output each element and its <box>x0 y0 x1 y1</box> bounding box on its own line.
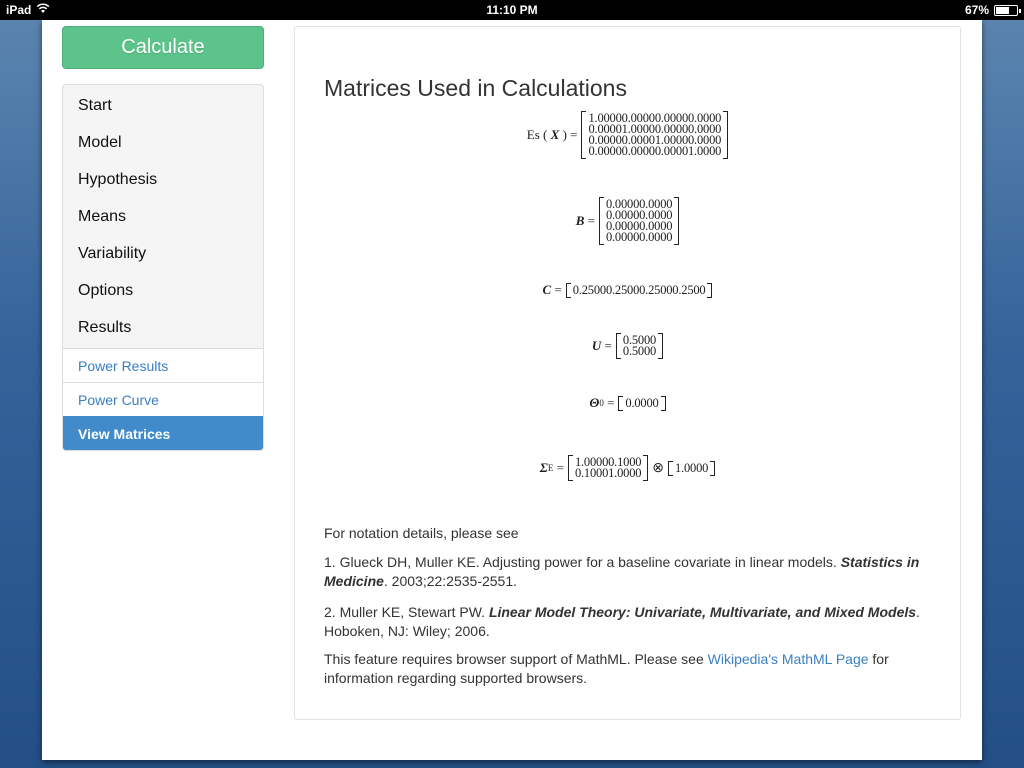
matrix-b: B = 0.00000.0000 0.00000.0000 0.00000.00… <box>295 197 960 245</box>
battery-percent: 67% <box>964 3 989 17</box>
sidebar-item-means[interactable]: Means <box>63 198 263 235</box>
matrix-sigma: ΣE = 1.00000.1000 0.10001.0000 ⊗ 1.0000 <box>295 455 960 481</box>
es-prefix: Es <box>526 127 540 142</box>
clock: 11:10 PM <box>486 3 538 17</box>
sidebar-nav: Start Model Hypothesis Means Variability… <box>62 84 264 451</box>
sidebar-item-start[interactable]: Start <box>63 87 263 124</box>
ref2-text: 2. Muller KE, Stewart PW. <box>324 604 489 620</box>
bracket-right <box>707 282 713 298</box>
matrix-sigma-label: ΣE = <box>539 460 564 475</box>
ref1-details: . 2003;22:2535-2551. <box>383 573 518 589</box>
matrix-row: 1.0000 <box>675 460 709 475</box>
theta-sub: 0 <box>599 398 604 408</box>
matrix-rows: 0.0000 <box>623 396 660 411</box>
notation-intro: For notation details, please see <box>324 525 519 541</box>
matrix-sigma-b-body: 1.0000 <box>668 460 716 476</box>
matrices-panel: Matrices Used in Calculations Es ( X ) =… <box>294 26 961 720</box>
matrix-row: 0.25000.25000.25000.2500 <box>572 282 706 297</box>
mathml-note-before: This feature requires browser support of… <box>324 651 708 667</box>
matrix-b-body: 0.00000.0000 0.00000.0000 0.00000.0000 0… <box>598 197 680 245</box>
matrix-es-x: Es ( X ) = 1.00000.00000.00000.0000 0.00… <box>295 111 960 159</box>
sigma-sub: E <box>547 463 554 473</box>
matrix-rows: 1.00000.00000.00000.0000 0.00001.00000.0… <box>586 111 723 159</box>
bracket-right <box>710 460 716 476</box>
sidebar-subitem-power-results[interactable]: Power Results <box>63 348 263 382</box>
matrix-u-label: U = <box>591 338 612 353</box>
ref1-text: 1. Glueck DH, Muller KE. Adjusting power… <box>324 554 841 570</box>
ref2-book: Linear Model Theory: Univariate, Multiva… <box>488 604 917 620</box>
matrix-c-label: C = <box>542 282 562 297</box>
sidebar-item-variability[interactable]: Variability <box>63 235 263 272</box>
sidebar-item-results[interactable]: Results <box>63 309 263 346</box>
matrix-rows: 0.5000 0.5000 <box>621 333 658 359</box>
matrix-theta-label: Θ0 = <box>589 395 615 410</box>
sidebar-item-options[interactable]: Options <box>63 272 263 309</box>
bracket-right <box>643 455 649 481</box>
matrix-b-label: B = <box>575 213 595 228</box>
u-var: U <box>591 338 602 353</box>
matrix-es-x-body: 1.00000.00000.00000.0000 0.00001.00000.0… <box>581 111 729 159</box>
battery-fill <box>996 6 1010 14</box>
sidebar-subitem-view-matrices[interactable]: View Matrices <box>63 416 263 450</box>
bracket-right <box>658 333 664 359</box>
reference-1: 1. Glueck DH, Muller KE. Adjusting power… <box>324 553 934 591</box>
sidebar-item-hypothesis[interactable]: Hypothesis <box>63 161 263 198</box>
calculate-button[interactable]: Calculate <box>62 26 264 69</box>
matrix-theta: Θ0 = 0.0000 <box>295 395 960 411</box>
sidebar-subitem-power-curve[interactable]: Power Curve <box>63 382 263 416</box>
matrix-theta-body: 0.0000 <box>618 395 666 411</box>
matrix-rows: 0.25000.25000.25000.2500 <box>571 283 708 298</box>
matrix-c: C = 0.25000.25000.25000.2500 <box>295 282 960 298</box>
reference-2: 2. Muller KE, Stewart PW. Linear Model T… <box>324 603 934 641</box>
es-var: X <box>550 127 560 142</box>
battery-tip <box>1019 8 1021 13</box>
nav-main-list: Start Model Hypothesis Means Variability… <box>63 85 263 348</box>
mathml-wikipedia-link[interactable]: Wikipedia's MathML Page <box>708 651 869 667</box>
matrix-row: 0.10001.0000 <box>574 466 642 480</box>
matrix-rows: 0.00000.0000 0.00000.0000 0.00000.0000 0… <box>604 197 674 245</box>
sidebar-item-model[interactable]: Model <box>63 124 263 161</box>
b-var: B <box>575 213 585 228</box>
matrix-u: U = 0.5000 0.5000 <box>295 333 960 359</box>
matrix-row: 0.5000 <box>622 344 657 358</box>
bracket-right <box>674 197 680 245</box>
battery-icon <box>994 4 1021 16</box>
page-title: Matrices Used in Calculations <box>324 75 627 101</box>
matrix-es-x-label: Es ( X ) = <box>526 127 578 142</box>
sigma-var: Σ <box>539 460 548 475</box>
c-var: C <box>542 282 552 297</box>
matrix-row: 0.0000 <box>625 395 659 410</box>
matrix-sigma-a-body: 1.00000.1000 0.10001.0000 <box>567 455 649 481</box>
status-bar: iPad 11:10 PM 67% <box>0 0 1024 20</box>
theta-var: Θ <box>589 395 600 410</box>
bracket-right <box>660 395 666 411</box>
matrix-u-body: 0.5000 0.5000 <box>615 333 664 359</box>
matrix-c-body: 0.25000.25000.25000.2500 <box>565 282 713 298</box>
status-right: 67% <box>964 3 1021 17</box>
bracket-right <box>723 111 729 159</box>
mathml-note: This feature requires browser support of… <box>324 650 934 688</box>
matrix-rows: 1.00000.1000 0.10001.0000 <box>573 455 643 481</box>
matrix-rows: 1.0000 <box>673 461 710 476</box>
matrix-row: 0.00000.0000 <box>605 230 673 244</box>
app-window: Calculate Start Model Hypothesis Means V… <box>42 20 982 760</box>
matrix-row: 0.00000.00000.00001.0000 <box>588 144 722 158</box>
kronecker-operator: ⊗ <box>652 460 665 476</box>
